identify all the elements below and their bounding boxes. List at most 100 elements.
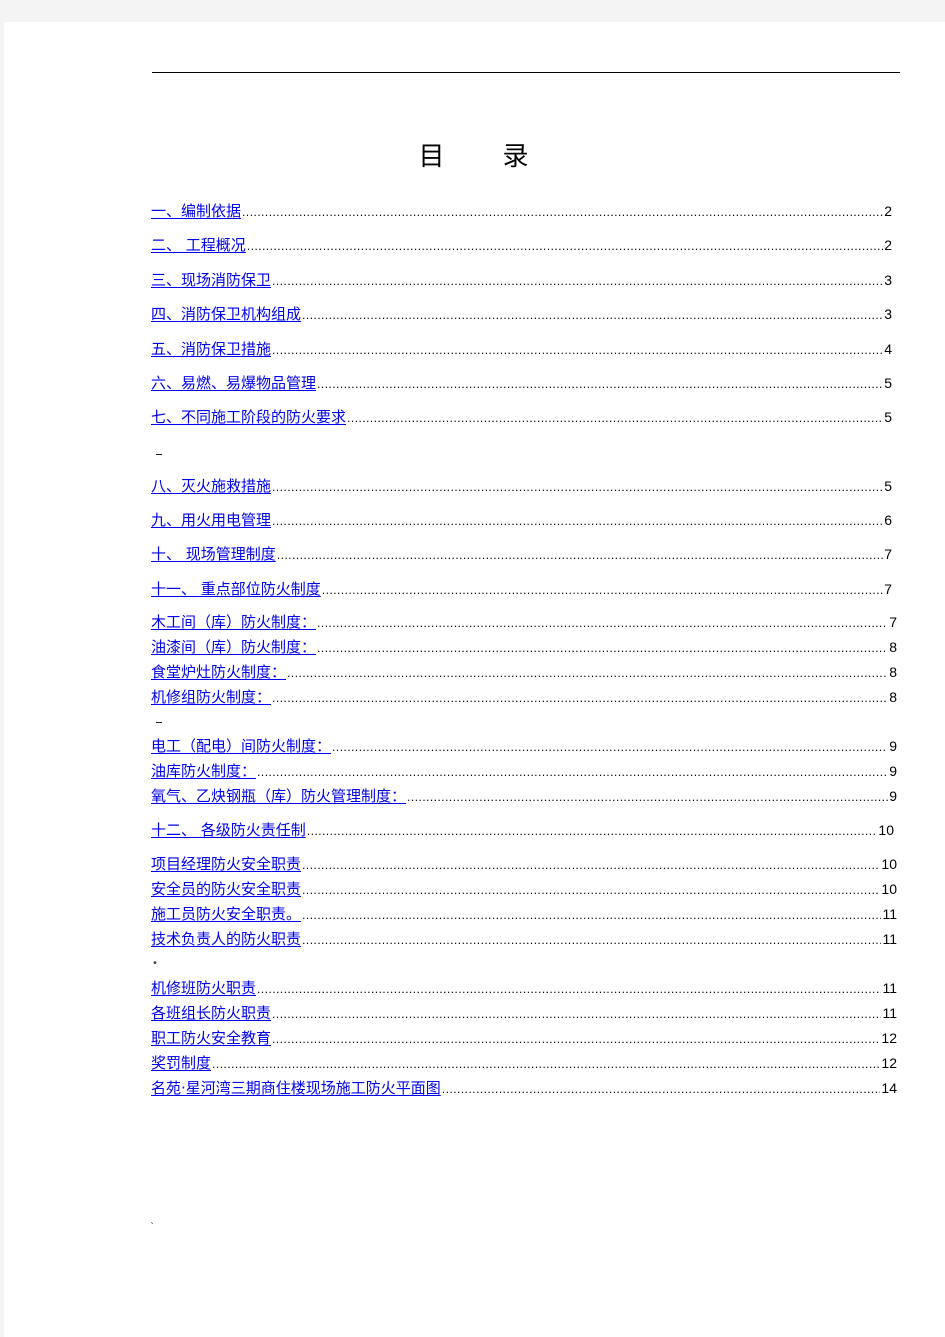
page-number: 8 <box>889 689 897 705</box>
toc-link[interactable]: 一、编制依据 <box>151 201 241 221</box>
toc-link[interactable]: 十一、 重点部位防火制度 <box>151 579 321 599</box>
page-number: 5 <box>884 478 892 494</box>
toc-link[interactable]: 职工防火安全教育 <box>151 1028 271 1048</box>
toc-link[interactable]: 油漆间（库）防火制度： <box>151 637 316 657</box>
toc-entry[interactable]: 三、现场消防保卫 3 <box>151 270 892 290</box>
dot-leader <box>317 614 887 634</box>
toc-entry[interactable]: 食堂炉灶防火制度： 8 <box>151 662 897 682</box>
stray-mark <box>156 454 162 455</box>
toc-entry[interactable]: 七、不同施工阶段的防火要求 5 <box>151 407 892 427</box>
page-number: 7 <box>884 546 892 562</box>
dot-leader <box>347 409 883 429</box>
toc-link[interactable]: 各班组长防火职责 <box>151 1003 271 1023</box>
dot-leader <box>287 664 887 684</box>
toc-link[interactable]: 技术负责人的防火职责 <box>151 929 301 949</box>
toc-link[interactable]: 奖罚制度 <box>151 1053 211 1073</box>
toc-link[interactable]: 安全员的防火安全职责 <box>151 879 301 899</box>
toc-link[interactable]: 七、不同施工阶段的防火要求 <box>151 407 346 427</box>
toc-link[interactable]: 三、现场消防保卫 <box>151 270 271 290</box>
dot-leader <box>212 1055 880 1075</box>
toc-entry[interactable]: 五、消防保卫措施 4 <box>151 339 892 359</box>
toc-entry[interactable]: 油库防火制度： 9 <box>151 761 897 781</box>
toc-link[interactable]: 项目经理防火安全职责 <box>151 854 301 874</box>
stray-mark <box>156 722 162 723</box>
page-number: 10 <box>881 881 897 897</box>
page-number: 11 <box>882 931 897 947</box>
document-page: 目 录 一、编制依据 2 二、 工程概况 2 三、现场消防保卫3 四、消防保卫机构组成… <box>4 22 945 1337</box>
toc-entry[interactable]: 油漆间（库）防火制度： 8 <box>151 637 897 657</box>
toc-entry[interactable]: 九、用火用电管理 6 <box>151 510 892 530</box>
page-number: 11 <box>882 980 897 996</box>
toc-entry[interactable]: 机修班防火职责 11 <box>151 978 897 998</box>
page-number: 8 <box>889 664 897 680</box>
toc-entry[interactable]: 二、 工程概况 2 <box>151 235 892 255</box>
toc-link[interactable]: 油库防火制度： <box>151 761 256 781</box>
toc-title-char-2: 录 <box>502 142 531 172</box>
dot-leader <box>272 272 883 292</box>
toc-entry[interactable]: 施工员防火安全职责。 11 <box>151 904 897 924</box>
page-number: 5 <box>884 375 892 391</box>
dot-leader <box>272 689 886 709</box>
page-number: 12 <box>881 1055 897 1071</box>
toc-link[interactable]: 六、易燃、易爆物品管理 <box>151 373 316 393</box>
toc-link[interactable]: 机修组防火制度： <box>151 687 271 707</box>
toc-entry[interactable]: 项目经理防火安全职责 10 <box>151 854 897 874</box>
toc-entry[interactable]: 十、 现场管理制度 7 <box>151 544 892 564</box>
page-number: 9 <box>889 788 897 804</box>
dot-leader <box>272 1005 881 1025</box>
dot-leader <box>302 931 881 951</box>
toc-entry[interactable]: 职工防火安全教育 12 <box>151 1028 897 1048</box>
toc-title-char-1: 目 <box>418 142 447 172</box>
toc-entry[interactable]: 氧气、乙炔钢瓶（库）防火管理制度： 9 <box>151 786 897 806</box>
toc-link[interactable]: 四、消防保卫机构组成 <box>151 304 301 324</box>
toc-entry[interactable]: 十一、 重点部位防火制度 7 <box>151 579 892 599</box>
dot-leader <box>302 906 881 926</box>
toc-entry[interactable]: 六、易燃、易爆物品管理 5 <box>151 373 892 393</box>
image-placeholder-icon: • <box>152 958 158 969</box>
toc-entry[interactable]: 名苑·星河湾三期商住楼现场施工防火平面图 14 <box>151 1078 897 1098</box>
toc-link[interactable]: 施工员防火安全职责。 <box>151 904 301 924</box>
page-number: 11 <box>882 1005 897 1021</box>
page-number: 2 <box>884 237 892 253</box>
toc-entry[interactable]: 四、消防保卫机构组成 3 <box>151 304 892 324</box>
dot-leader <box>277 546 883 566</box>
header-rule <box>152 72 900 73</box>
page-number: 4 <box>884 341 892 357</box>
toc-link[interactable]: 十、 现场管理制度 <box>151 544 276 564</box>
page-number: 11 <box>882 906 897 922</box>
toc-link[interactable]: 名苑·星河湾三期商住楼现场施工防火平面图 <box>151 1078 441 1098</box>
dot-leader <box>247 237 883 257</box>
page-number: 2 <box>884 203 892 219</box>
page-number: 12 <box>881 1030 897 1046</box>
toc-link[interactable]: 十二、 各级防火责任制 <box>151 820 306 840</box>
page-number: 8 <box>889 639 897 655</box>
toc-link[interactable]: 木工间（库）防火制度： <box>151 612 316 632</box>
page-number: 5 <box>884 409 892 425</box>
toc-link[interactable]: 氧气、乙炔钢瓶（库）防火管理制度： <box>151 786 406 806</box>
dot-leader <box>242 203 883 223</box>
toc-link[interactable]: 食堂炉灶防火制度： <box>151 662 286 682</box>
toc-entry[interactable]: 奖罚制度 12 <box>151 1053 897 1073</box>
dot-leader <box>272 1030 880 1050</box>
toc-link[interactable]: 五、消防保卫措施 <box>151 339 271 359</box>
toc-link[interactable]: 机修班防火职责 <box>151 978 256 998</box>
dot-leader <box>272 341 883 361</box>
toc-link[interactable]: 二、 工程概况 <box>151 235 246 255</box>
toc-entry[interactable]: 木工间（库）防火制度： 7 <box>151 612 897 632</box>
dot-leader <box>302 306 883 326</box>
dot-leader <box>257 763 886 783</box>
toc-entry[interactable]: 电工（配电）间防火制度： 9 <box>151 736 897 756</box>
toc-entry[interactable]: 安全员的防火安全职责 10 <box>151 879 897 899</box>
dot-leader <box>302 881 880 901</box>
toc-entry[interactable]: 一、编制依据 2 <box>151 201 892 221</box>
toc-entry[interactable]: 各班组长防火职责 11 <box>151 1003 897 1023</box>
toc-link[interactable]: 八、灭火施救措施 <box>151 476 271 496</box>
toc-entry[interactable]: 机修组防火制度： 8 <box>151 687 897 707</box>
page-number: 7 <box>884 581 892 597</box>
page-number: 6 <box>884 512 892 528</box>
toc-entry[interactable]: 八、灭火施救措施 5 <box>151 476 892 496</box>
toc-entry[interactable]: 技术负责人的防火职责 11 <box>151 929 897 949</box>
toc-link[interactable]: 电工（配电）间防火制度： <box>151 736 331 756</box>
toc-entry[interactable]: 十二、 各级防火责任制 10 <box>151 820 894 840</box>
toc-link[interactable]: 九、用火用电管理 <box>151 510 271 530</box>
